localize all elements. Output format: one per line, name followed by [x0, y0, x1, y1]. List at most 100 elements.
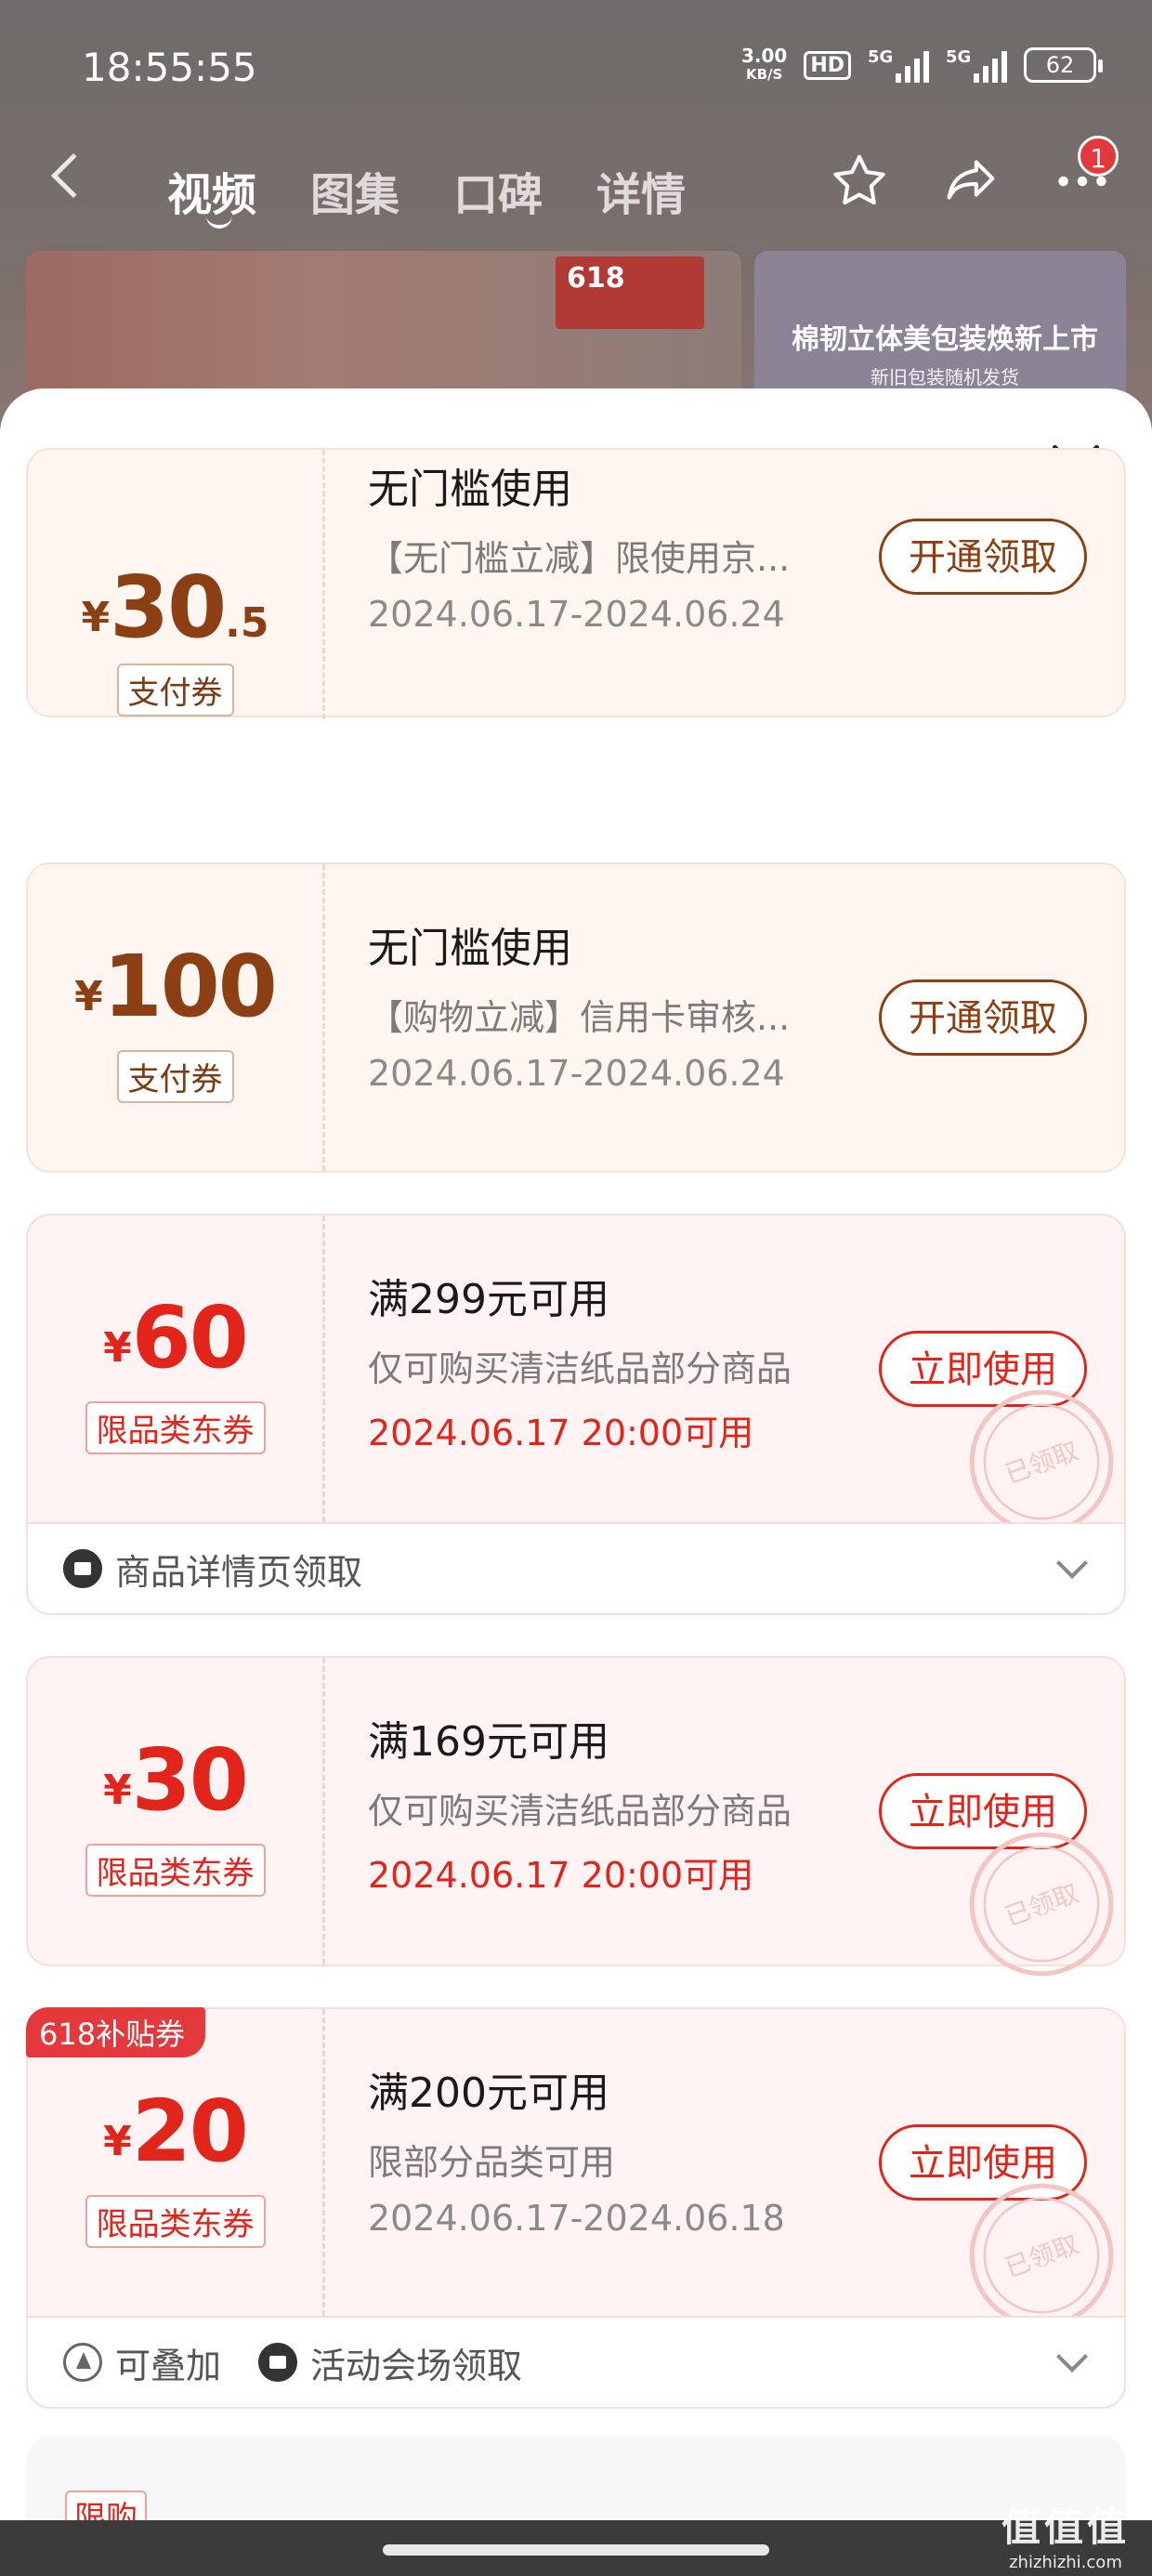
coupon-condition: 满200元可用 — [368, 2070, 609, 2117]
banner-side-title: 棉韧立体美包装焕新上市 — [792, 323, 1098, 356]
coupon-type-tag: 支付券 — [116, 1050, 234, 1103]
chevron-down-icon[interactable] — [1056, 2341, 1088, 2372]
claimed-stamp-text: 已领取 — [1001, 1879, 1082, 1932]
coupon-type-tag: 限品类东券 — [85, 1401, 266, 1454]
source-product-page: 商品详情页领取 — [63, 1544, 362, 1595]
claimed-stamp-icon: 已领取 — [969, 2183, 1114, 2328]
coupon-description: 【购物立减】信用卡审核... — [368, 997, 791, 1038]
signal-label: 5G — [868, 47, 894, 67]
coupon-card: ¥60 限品类东券 满299元可用 仅可购买清洁纸品部分商品 2024.06.1… — [26, 1214, 1126, 1615]
coupon-description: 【无门槛立减】限使用京... — [368, 538, 791, 579]
signal-5g-icon: 5G — [868, 47, 929, 83]
claimed-stamp-text: 已领取 — [1001, 2230, 1082, 2283]
stack-icon — [63, 2343, 102, 2382]
claimed-stamp-icon: 已领取 — [969, 1832, 1114, 1977]
amount-value: 30 — [131, 1730, 249, 1830]
coupon-value-area: ¥30 限品类东券 — [28, 1658, 325, 1965]
source-event-venue: 活动会场领取 — [258, 2337, 522, 2388]
ticket-icon — [258, 2343, 298, 2382]
amount-decimal: .5 — [225, 599, 269, 647]
amount-value: 60 — [131, 1288, 249, 1387]
coupon-condition: 满169元可用 — [368, 1718, 609, 1766]
coupon-validity: 2024.06.17-2024.06.24 — [368, 594, 785, 635]
stackable-tag: 可叠加 — [63, 2337, 221, 2388]
watermark-url: zhizhizhi.com — [1009, 2553, 1122, 2572]
coupon-value-area: ¥30.5 支付券 — [28, 450, 325, 719]
coupon-value-area: ¥20 限品类东券 — [28, 2009, 325, 2316]
ticket-icon — [63, 1549, 102, 1588]
coupon-info: 满169元可用 仅可购买清洁纸品部分商品 2024.06.17 20:00可用 — [368, 1708, 870, 1898]
favorite-star-icon[interactable] — [827, 149, 892, 214]
chevron-down-icon[interactable] — [1056, 1547, 1088, 1579]
currency-symbol: ¥ — [74, 973, 103, 1020]
tab-details[interactable]: 详情 — [596, 158, 686, 223]
banner-618-tag: 618 — [556, 256, 704, 329]
source-label: 活动会场领取 — [310, 2345, 523, 2386]
product-page-background: 18:55:55 3.00 KB/S HD 5G 5G 62 视频 图集 口碑 … — [0, 0, 1152, 437]
network-speed-value: 3.00 — [740, 45, 788, 67]
coupon-source-footer[interactable]: 可叠加 活动会场领取 — [28, 2316, 1124, 2407]
coupon-amount: ¥30 — [28, 1730, 322, 1830]
coupon-description: 仅可购买清洁纸品部分商品 — [368, 1791, 792, 1832]
tab-gallery[interactable]: 图集 — [310, 158, 399, 223]
coupon-validity: 2024.06.17-2024.06.24 — [368, 1053, 785, 1094]
coupon-value-area: ¥60 限品类东券 — [28, 1216, 325, 1522]
status-time: 18:55:55 — [82, 45, 257, 90]
coupon-description: 限部分品类可用 — [368, 2142, 616, 2183]
product-tabs: 视频 图集 口碑 详情 — [167, 158, 686, 223]
coupon-info: 无门槛使用 【购物立减】信用卡审核... 2024.06.17-2024.06.… — [368, 914, 870, 1094]
coupon-amount: ¥100 — [28, 937, 322, 1036]
site-watermark: 值值值 zhizhizhi.com — [1001, 2496, 1130, 2572]
coupon-condition: 无门槛使用 — [368, 466, 572, 513]
status-bar: 18:55:55 3.00 KB/S HD 5G 5G 62 — [82, 45, 1103, 93]
watermark-logo-text: 值值值 — [1001, 2504, 1130, 2550]
tab-video[interactable]: 视频 — [167, 158, 256, 223]
back-arrow-icon[interactable] — [50, 152, 97, 199]
coupon-value-area: ¥100 支付券 — [28, 864, 325, 1171]
currency-symbol: ¥ — [103, 2118, 132, 2165]
coupon-validity: 2024.06.17 20:00可用 — [368, 1855, 754, 1896]
claimed-stamp-icon: 已领取 — [969, 1389, 1114, 1534]
signal-label: 5G — [946, 47, 972, 67]
currency-symbol: ¥ — [103, 1324, 132, 1372]
claimed-stamp-text: 已领取 — [1001, 1437, 1082, 1490]
coupon-condition: 无门槛使用 — [368, 925, 572, 972]
active-tab-indicator — [206, 216, 232, 229]
currency-symbol: ¥ — [103, 1767, 132, 1814]
tab-reviews[interactable]: 口碑 — [453, 158, 543, 223]
coupon-info: 满299元可用 仅可购买清洁纸品部分商品 2024.06.17 20:00可用 — [368, 1266, 870, 1455]
coupon-card: 618补贴券 ¥20 限品类东券 满200元可用 限部分品类可用 2024.06… — [26, 2007, 1126, 2409]
coupon-type-tag: 支付券 — [116, 664, 234, 716]
network-speed-unit: KB/S — [745, 66, 783, 83]
coupon-card: ¥100 支付券 无门槛使用 【购物立减】信用卡审核... 2024.06.17… — [26, 862, 1126, 1173]
amount-value: 20 — [131, 2082, 249, 2181]
activate-claim-button[interactable]: 开通领取 — [879, 519, 1087, 595]
battery-icon: 62 — [1024, 47, 1103, 83]
signal-5g-icon: 5G — [946, 47, 1007, 83]
amount-value: 100 — [102, 937, 278, 1036]
coupon-type-tag: 限品类东券 — [85, 2195, 266, 2248]
coupon-sheet: 优惠 ¥30.5 支付券 无门槛使用 【无门槛立减】限使用京... 2024.0… — [0, 388, 1152, 2576]
coupon-condition: 满299元可用 — [368, 1276, 609, 1323]
amount-value: 30 — [110, 558, 227, 657]
coupon-source-footer[interactable]: 商品详情页领取 — [28, 1522, 1124, 1613]
banner-side-subtitle: 新旧包装随机发货 — [871, 366, 1019, 388]
coupon-validity: 2024.06.17-2024.06.18 — [368, 2198, 785, 2239]
coupon-info: 无门槛使用 【无门槛立减】限使用京... 2024.06.17-2024.06.… — [368, 455, 870, 635]
share-icon[interactable] — [938, 149, 1003, 214]
coupon-card: ¥30.5 支付券 无门槛使用 【无门槛立减】限使用京... 2024.06.1… — [26, 448, 1126, 719]
message-count-badge: 1 — [1078, 136, 1119, 177]
coupon-card: ¥30 限品类东券 满169元可用 仅可购买清洁纸品部分商品 2024.06.1… — [26, 1656, 1126, 1977]
coupon-validity: 2024.06.17 20:00可用 — [368, 1413, 754, 1453]
home-indicator[interactable] — [383, 2544, 769, 2556]
currency-symbol: ¥ — [81, 594, 111, 641]
coupon-amount: ¥30.5 — [28, 558, 322, 657]
coupon-type-tag: 限品类东券 — [85, 1844, 266, 1897]
coupon-description: 仅可购买清洁纸品部分商品 — [368, 1348, 792, 1389]
product-nav-bar: 视频 图集 口碑 详情 1 — [0, 136, 1152, 232]
coupon-info: 满200元可用 限部分品类可用 2024.06.17-2024.06.18 — [368, 2059, 870, 2239]
hd-icon: HD — [804, 50, 851, 80]
activate-claim-button[interactable]: 开通领取 — [879, 979, 1087, 1056]
stackable-label: 可叠加 — [115, 2345, 222, 2386]
coupon-amount: ¥60 — [28, 1288, 322, 1387]
